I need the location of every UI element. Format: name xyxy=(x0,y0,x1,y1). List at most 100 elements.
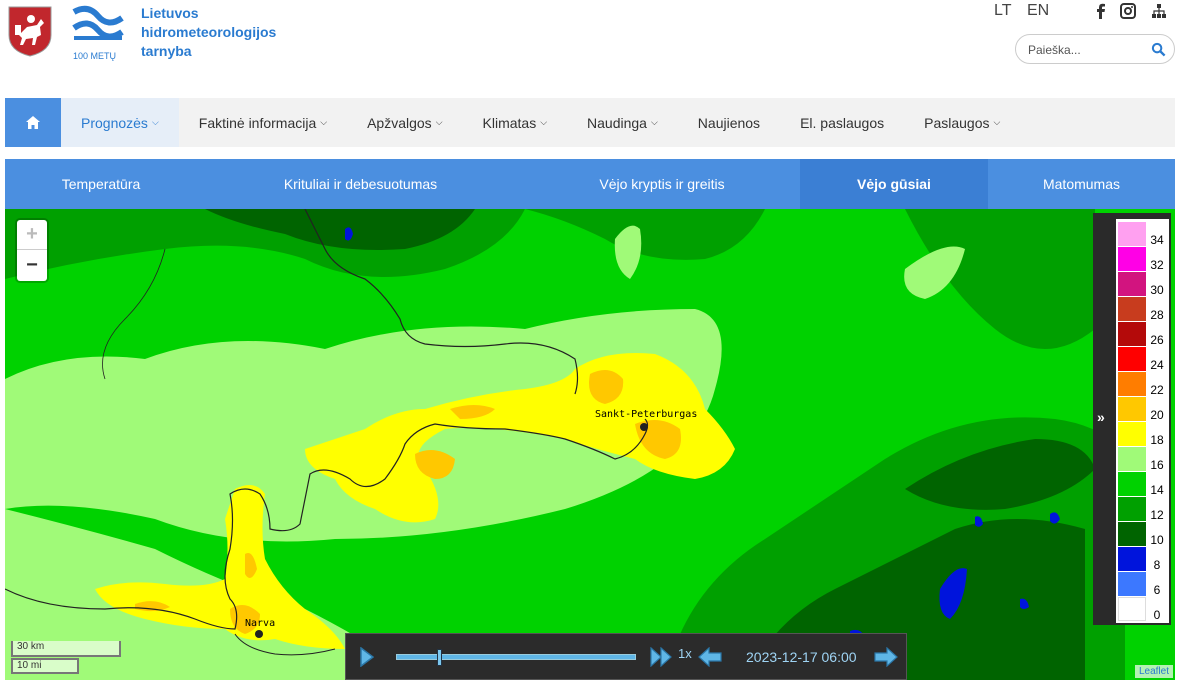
wind-gust-map-layer[interactable] xyxy=(5,209,1175,680)
tab-vejo-kryptis-ir-greitis[interactable]: Vėjo kryptis ir greitis xyxy=(524,159,800,209)
nav-item-prognozes[interactable]: Prognozės ⌵ xyxy=(61,98,179,147)
zoom-out-button[interactable]: − xyxy=(17,250,47,280)
chevron-down-icon: ⌵ xyxy=(435,117,443,127)
zoom-control: + − xyxy=(17,220,47,281)
narva-marker[interactable] xyxy=(255,630,263,638)
legend-label: 14 xyxy=(1150,483,1164,497)
legend-label: 16 xyxy=(1150,458,1164,472)
legend-label: 8 xyxy=(1153,558,1161,572)
search-box xyxy=(1015,34,1175,64)
tab-matomumas[interactable]: Matomumas xyxy=(988,159,1175,209)
step-forward-icon[interactable] xyxy=(874,647,898,667)
wind-gust-map[interactable]: + − Sankt-Peterburgas Narva 30 km 10 mi … xyxy=(5,209,1175,680)
legend-label: 18 xyxy=(1150,433,1164,447)
nav-item-label: El. paslaugos xyxy=(800,114,885,131)
org-name-line-1: Lietuvos xyxy=(141,5,199,21)
city-label-sankt-peterburgas: Sankt-Peterburgas xyxy=(595,409,698,420)
legend-swatch xyxy=(1118,572,1146,596)
nav-item-naudinga[interactable]: Naudinga ⌵ xyxy=(567,98,678,147)
nav-item-apzvalgos[interactable]: Apžvalgos ⌵ xyxy=(347,98,462,147)
nav-item-label: Prognozės xyxy=(81,114,148,131)
legend-swatch xyxy=(1118,397,1146,421)
legend-label: 32 xyxy=(1150,258,1164,272)
time-player: 1x 2023-12-17 06:00 xyxy=(345,633,907,680)
nav-item-label: Apžvalgos xyxy=(367,114,432,131)
home-icon xyxy=(26,116,40,129)
chevron-down-icon: ⌵ xyxy=(993,117,1001,127)
legend-swatch xyxy=(1118,297,1146,321)
nav-item-klimatas[interactable]: Klimatas ⌵ xyxy=(463,98,568,147)
nav-item-naujienos[interactable]: Naujienos xyxy=(678,98,780,147)
legend-swatch xyxy=(1118,372,1146,396)
legend-swatch xyxy=(1118,497,1146,521)
nav-item-label: Klimatas xyxy=(482,114,537,131)
lithuania-coat-of-arms-icon[interactable] xyxy=(7,5,53,57)
legend-label: 30 xyxy=(1150,283,1164,297)
legend-label: 24 xyxy=(1150,358,1164,372)
sitemap-icon[interactable] xyxy=(1151,3,1167,19)
main-navigation: Prognozės ⌵ Faktinė informacija ⌵ Apžvalgo… xyxy=(5,98,1175,147)
legend-swatch xyxy=(1118,472,1146,496)
legend-swatch xyxy=(1118,522,1146,546)
tab-temperatura[interactable]: Temperatūra xyxy=(5,159,197,209)
instagram-icon[interactable] xyxy=(1120,3,1136,19)
nav-item-label: Paslaugos xyxy=(924,114,990,131)
legend-swatch xyxy=(1118,222,1146,246)
org-name-line-3: tarnyba xyxy=(141,43,192,59)
scale-bar-mi: 10 mi xyxy=(11,658,79,674)
legend-label: 26 xyxy=(1150,333,1164,347)
home-button[interactable] xyxy=(5,98,61,147)
nav-item-label: Naudinga xyxy=(587,114,647,131)
facebook-icon[interactable] xyxy=(1093,3,1109,19)
current-time: 2023-12-17 06:00 xyxy=(746,649,857,665)
tab-vejo-gusiai[interactable]: Vėjo gūsiai xyxy=(800,159,988,209)
legend-label: 34 xyxy=(1150,233,1164,247)
search-input[interactable] xyxy=(1028,41,1146,59)
lhmt-logo-icon[interactable]: 100 METŲ xyxy=(70,4,126,62)
legend-label: 20 xyxy=(1150,408,1164,422)
step-back-icon[interactable] xyxy=(698,647,722,667)
wind-gust-legend: » 34 32 30 28 26 24 22 20 18 16 14 12 10 8 6 0 xyxy=(1093,213,1171,625)
chevron-down-icon: ⌵ xyxy=(540,117,548,127)
legend-label: 22 xyxy=(1150,383,1164,397)
language-en-link[interactable]: EN xyxy=(1027,2,1049,20)
scale-bar-km: 30 km xyxy=(11,641,121,657)
time-slider-track[interactable] xyxy=(396,654,636,660)
zoom-in-button[interactable]: + xyxy=(17,220,47,250)
legend-swatch xyxy=(1118,447,1146,471)
org-name-line-2: hidrometeorologijos xyxy=(141,24,277,40)
legend-label: 12 xyxy=(1150,508,1164,522)
legend-collapse-icon[interactable]: » xyxy=(1097,409,1105,425)
legend-swatch xyxy=(1118,547,1146,571)
nav-item-el-paslaugos[interactable]: El. paslaugos xyxy=(780,98,904,147)
site-header: 100 METŲ Lietuvos hidrometeorologijos ta… xyxy=(0,0,1178,96)
chevron-down-icon: ⌵ xyxy=(650,117,658,127)
forecast-tabs: Temperatūra Krituliai ir debesuotumas Vė… xyxy=(5,159,1175,209)
chevron-down-icon: ⌵ xyxy=(151,117,159,127)
time-slider-thumb[interactable] xyxy=(436,649,442,666)
chevron-down-icon: ⌵ xyxy=(320,117,328,127)
sankt-peterburgas-marker[interactable] xyxy=(640,423,648,431)
language-lt-link[interactable]: LT xyxy=(994,2,1011,20)
play-icon[interactable] xyxy=(360,647,374,667)
search-icon[interactable] xyxy=(1151,42,1166,57)
leaflet-attribution-link[interactable]: Leaflet xyxy=(1134,665,1173,678)
fast-forward-icon[interactable] xyxy=(650,647,672,667)
playback-speed[interactable]: 1x xyxy=(678,646,692,661)
tab-krituliai-ir-debesuotumas[interactable]: Krituliai ir debesuotumas xyxy=(197,159,524,209)
legend-label: 28 xyxy=(1150,308,1164,322)
nav-item-label: Naujienos xyxy=(697,114,761,131)
legend-swatch xyxy=(1118,347,1146,371)
legend-swatch xyxy=(1118,272,1146,296)
organization-name[interactable]: Lietuvos hidrometeorologijos tarnyba xyxy=(141,4,276,61)
nav-item-faktine-informacija[interactable]: Faktinė informacija ⌵ xyxy=(179,98,347,147)
legend-label: 6 xyxy=(1153,583,1161,597)
legend-swatch xyxy=(1118,597,1146,621)
legend-label: 0 xyxy=(1153,608,1161,622)
nav-item-paslaugos[interactable]: Paslaugos ⌵ xyxy=(904,98,1020,147)
legend-swatch xyxy=(1118,247,1146,271)
nav-item-label: Faktinė informacija xyxy=(198,114,317,131)
city-label-narva: Narva xyxy=(245,618,276,629)
svg-text:100 METŲ: 100 METŲ xyxy=(73,51,116,61)
legend-label: 10 xyxy=(1150,533,1164,547)
